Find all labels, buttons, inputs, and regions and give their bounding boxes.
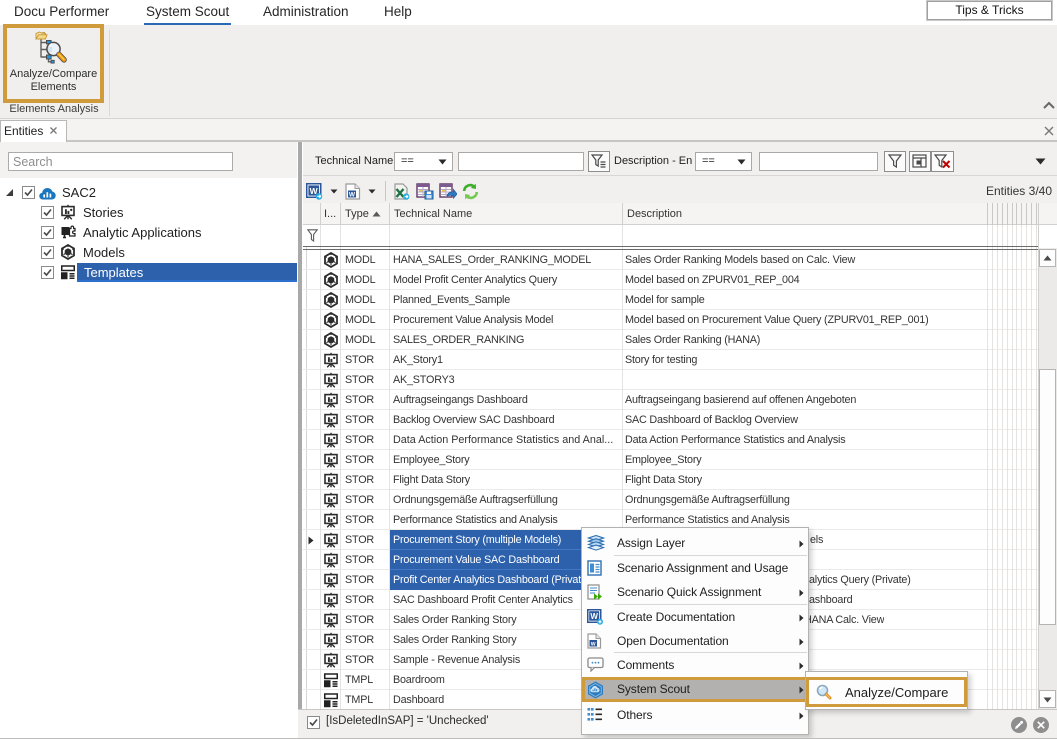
svg-text:w: w xyxy=(590,641,596,647)
svg-text:W: W xyxy=(349,191,356,198)
svg-text:W: W xyxy=(590,612,598,621)
